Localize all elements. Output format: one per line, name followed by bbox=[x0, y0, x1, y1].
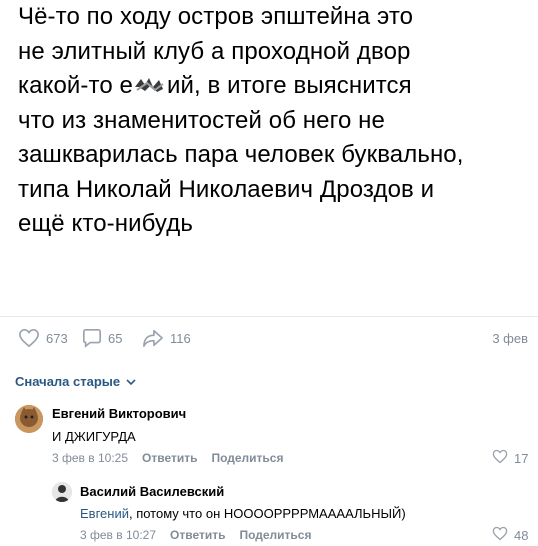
comment-date[interactable]: 3 фев в 10:27 bbox=[80, 528, 156, 542]
comment-icon bbox=[82, 328, 102, 348]
like-button[interactable]: 673 bbox=[18, 328, 68, 348]
post-actions: 673 65 116 3 фев bbox=[18, 328, 528, 350]
comment-like-count: 48 bbox=[514, 527, 529, 543]
comment-like-button[interactable]: 48 bbox=[492, 526, 528, 544]
comment-count: 65 bbox=[108, 330, 123, 346]
reply-button[interactable]: Ответить bbox=[142, 451, 197, 465]
comment-author[interactable]: Василий Василевский bbox=[80, 484, 224, 499]
heart-icon bbox=[18, 328, 40, 348]
comment-like-count: 17 bbox=[514, 450, 529, 466]
post-divider bbox=[0, 316, 538, 317]
comment-author[interactable]: Евгений Викторович bbox=[52, 406, 186, 421]
share-button[interactable]: 116 bbox=[142, 328, 191, 348]
heart-icon bbox=[492, 449, 508, 467]
comment-like-button[interactable]: 17 bbox=[492, 449, 528, 467]
post-line: зашкварилась пара человек буквально, bbox=[18, 141, 464, 168]
post-line: не элитный клуб а проходной двор bbox=[18, 37, 411, 65]
post-line-part: ий, в итоге выяснится bbox=[166, 72, 412, 99]
post-line: ещё кто-нибудь bbox=[18, 210, 193, 237]
comment-text-body: , потому что он НООООРРРРМААААЛЬНЫЙ) bbox=[128, 506, 406, 521]
share-comment-button[interactable]: Поделиться bbox=[211, 451, 283, 465]
like-count: 673 bbox=[46, 330, 68, 346]
censor-scribble-icon bbox=[133, 71, 167, 92]
share-count: 116 bbox=[170, 330, 191, 346]
comment-meta: 3 фев в 10:25 Ответить Поделиться bbox=[52, 451, 284, 465]
post-line-part: какой-то е bbox=[18, 72, 133, 99]
share-icon bbox=[142, 328, 164, 348]
heart-icon bbox=[492, 526, 508, 544]
avatar[interactable] bbox=[52, 482, 72, 502]
mention-link[interactable]: Евгений bbox=[80, 506, 129, 521]
post-line: типа Николай Николаевич Дроздов и bbox=[18, 175, 435, 203]
comment-date[interactable]: 3 фев в 10:25 bbox=[52, 451, 128, 465]
avatar[interactable] bbox=[15, 405, 43, 433]
comment-button[interactable]: 65 bbox=[82, 328, 122, 348]
reply-button[interactable]: Ответить bbox=[170, 528, 225, 542]
chevron-down-icon bbox=[126, 374, 136, 389]
sort-dropdown[interactable]: Сначала старые bbox=[15, 374, 136, 389]
comment-text: Евгений, потому что он НООООРРРРМААААЛЬН… bbox=[80, 506, 406, 521]
post-line: какой-то е ий, в итоге выяснится bbox=[18, 69, 533, 104]
post-date[interactable]: 3 фев bbox=[492, 331, 528, 346]
sort-label: Сначала старые bbox=[15, 374, 121, 389]
comment-meta: 3 фев в 10:27 Ответить Поделиться bbox=[80, 528, 312, 542]
share-comment-button[interactable]: Поделиться bbox=[239, 528, 311, 542]
post-line: Чё-то по ходу остров эпштейна это bbox=[18, 3, 414, 30]
post-line: что из знаменитостей об него не bbox=[18, 106, 385, 134]
post-text: Чё-то по ходу остров эпштейна это не эли… bbox=[18, 0, 533, 242]
comment-text: И ДЖИГУРДА bbox=[52, 429, 136, 444]
